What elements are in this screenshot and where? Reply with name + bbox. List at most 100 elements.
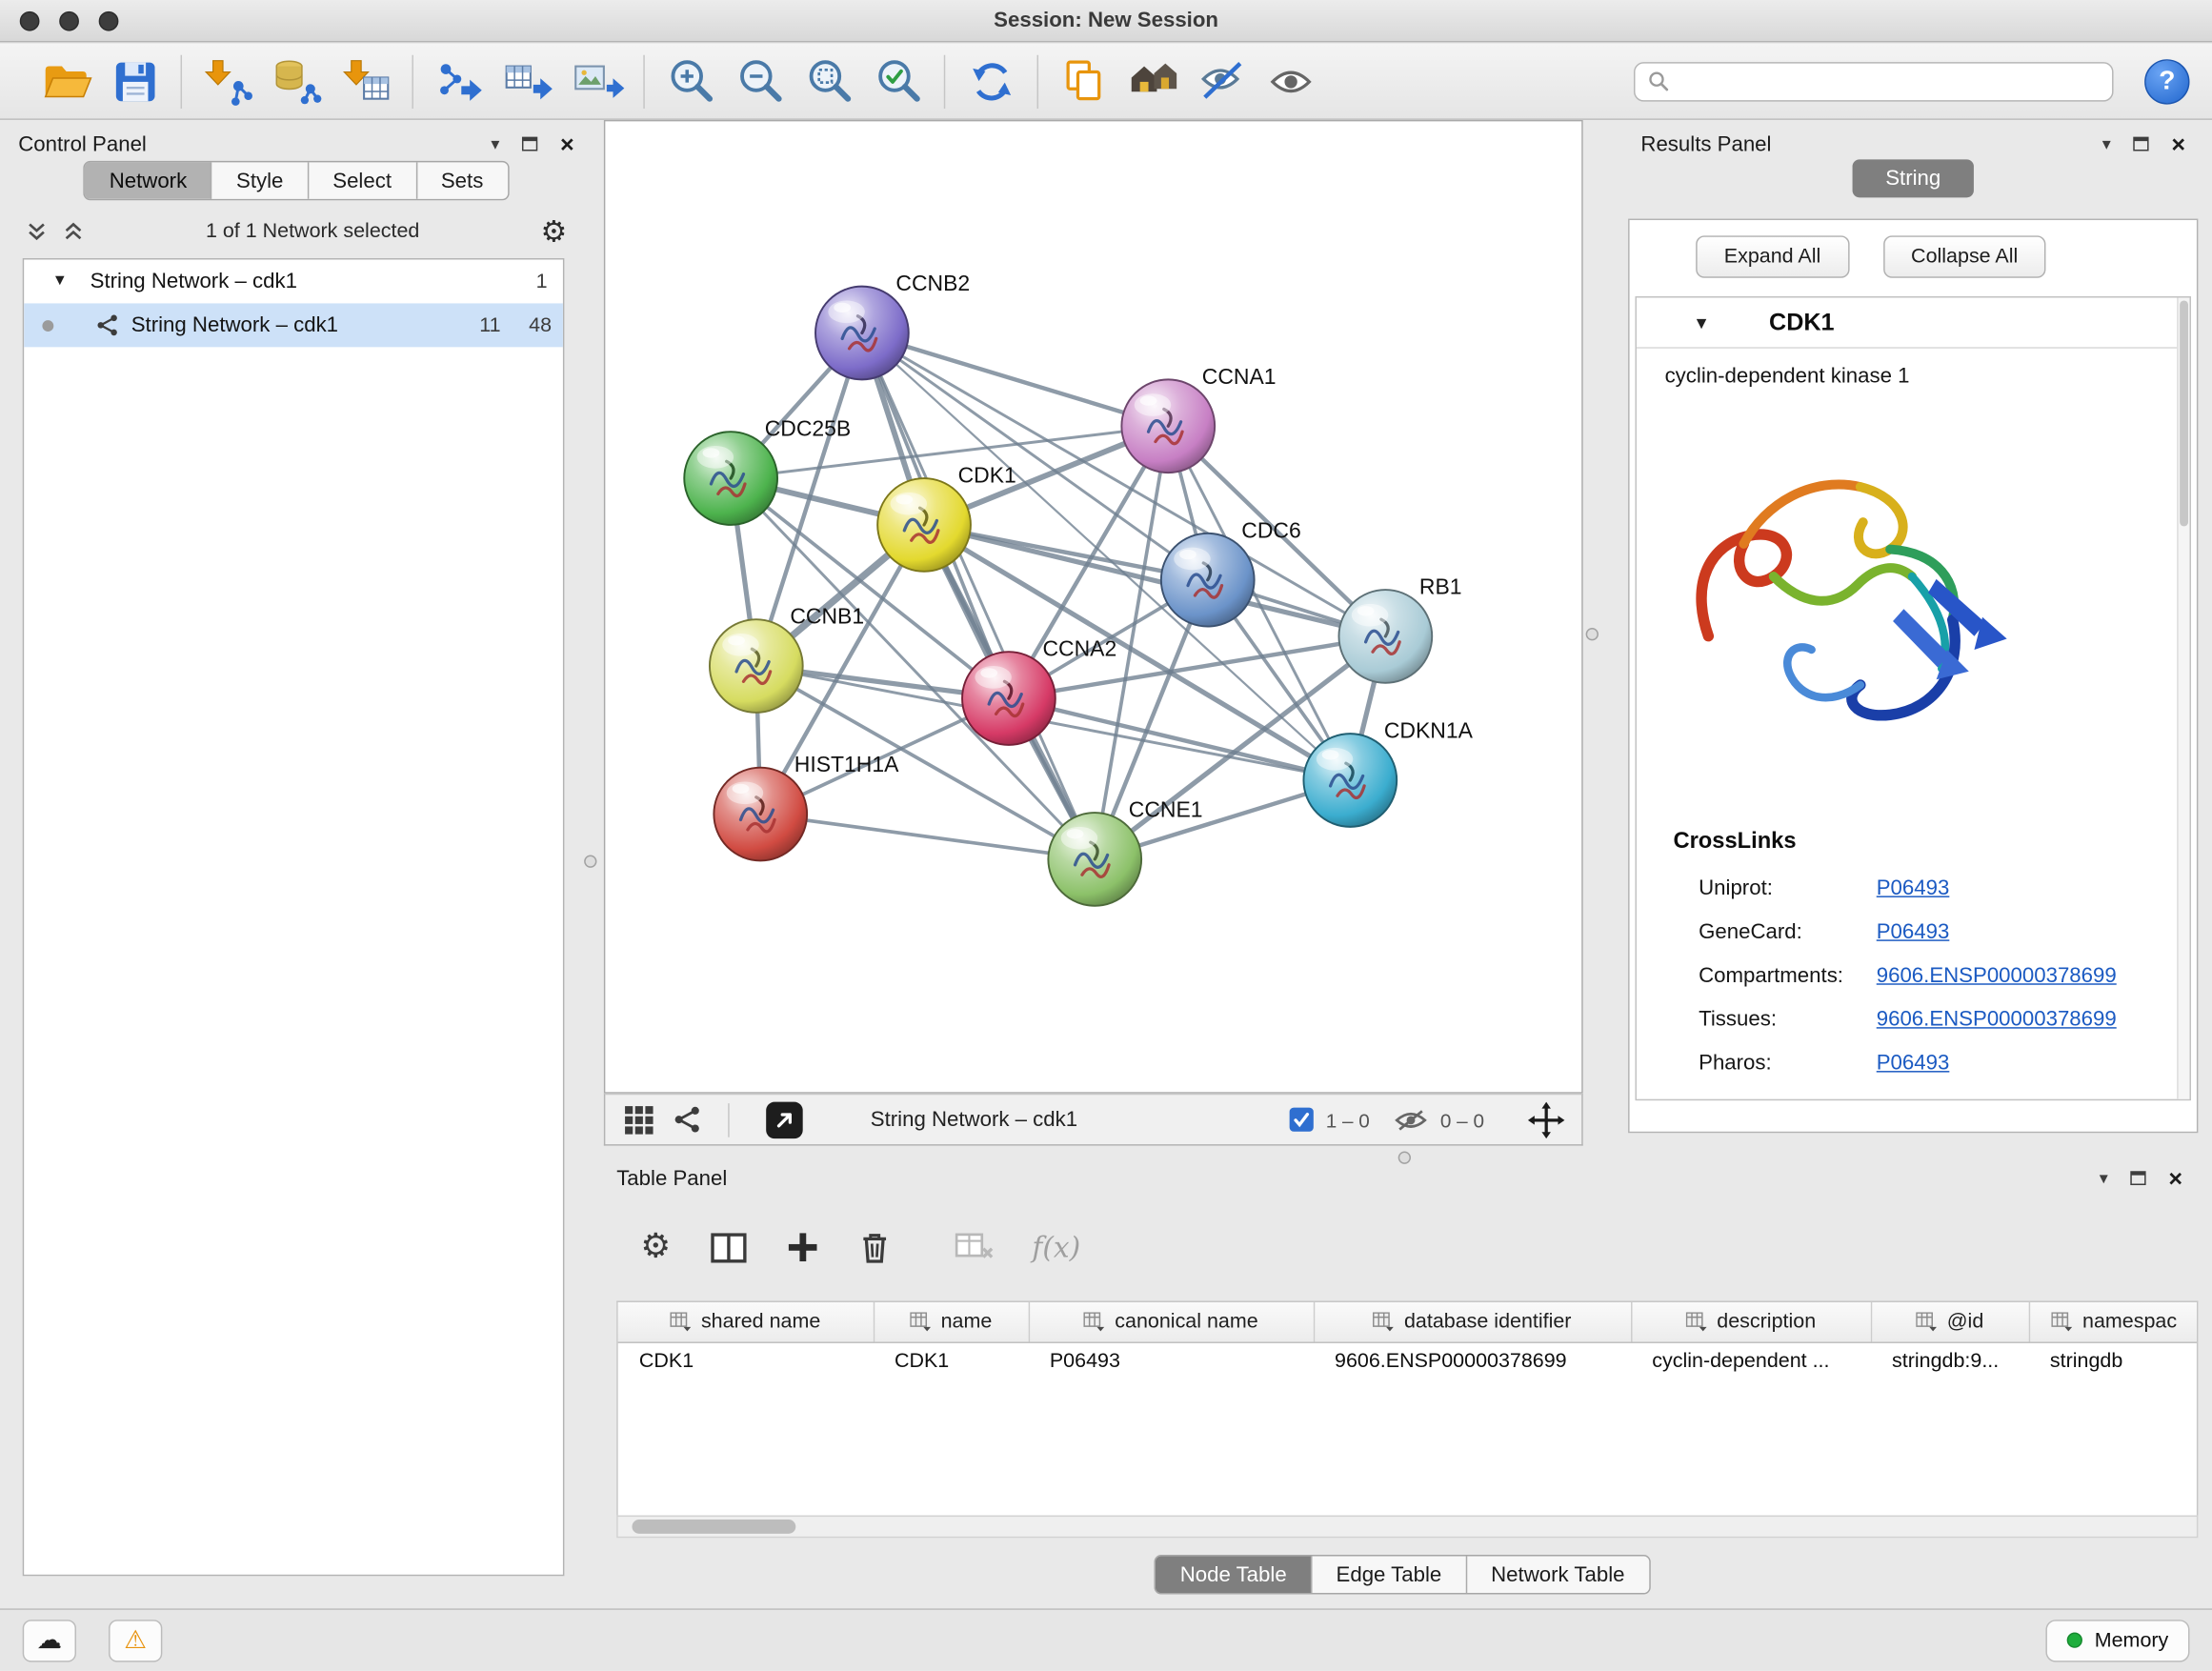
hidden-eye-icon[interactable] — [1394, 1108, 1428, 1131]
column-header-namespac[interactable]: namespac — [2029, 1302, 2199, 1341]
scrollbar-thumb[interactable] — [632, 1520, 795, 1534]
export-network-icon[interactable] — [425, 49, 494, 113]
crosslink-value-link[interactable]: 9606.ENSP00000378699 — [1877, 1007, 2117, 1031]
network-row[interactable]: String Network – cdk1 11 48 — [24, 303, 563, 347]
table-horizontal-scrollbar[interactable] — [616, 1516, 2198, 1539]
minimize-window-button[interactable] — [59, 11, 79, 31]
crosslink-value-link[interactable]: P06493 — [1877, 1051, 1950, 1075]
expand-all-button[interactable]: Expand All — [1696, 235, 1849, 277]
gene-name: CDK1 — [1769, 309, 1835, 337]
crosslink-value-link[interactable]: P06493 — [1877, 920, 1950, 944]
bottom-splitter-handle[interactable] — [1398, 1151, 1411, 1163]
panel-menu-icon[interactable]: ▾ — [2100, 1170, 2108, 1187]
column-header-shared-name[interactable]: shared name — [618, 1302, 874, 1341]
tree-expand-triangle-icon[interactable]: ▼ — [52, 273, 68, 289]
results-scrollbar[interactable] — [2177, 297, 2189, 1098]
zoom-window-button[interactable] — [99, 11, 119, 31]
help-icon[interactable]: ? — [2144, 58, 2189, 103]
network-node-CCNB2[interactable]: CCNB2 — [815, 271, 970, 379]
network-node-CDK1[interactable]: CDK1 — [877, 463, 1016, 572]
network-collection-row[interactable]: ▼ String Network – cdk1 1 — [24, 260, 563, 304]
tab-sets[interactable]: Sets — [417, 162, 508, 199]
zoom-out-icon[interactable] — [725, 49, 794, 113]
share-network-icon[interactable] — [673, 1105, 702, 1135]
left-splitter-handle[interactable] — [584, 855, 596, 867]
column-header-name[interactable]: name — [874, 1302, 1029, 1341]
tab-node-table[interactable]: Node Table — [1156, 1557, 1313, 1594]
search-input[interactable] — [1678, 70, 2100, 92]
pan-crosshair-icon[interactable] — [1528, 1101, 1565, 1138]
panel-close-icon[interactable]: × — [2168, 1166, 2182, 1190]
column-type-icon — [910, 1312, 931, 1332]
import-table-from-file-icon[interactable] — [332, 49, 401, 113]
panel-close-icon[interactable]: × — [560, 131, 574, 155]
import-network-from-database-icon[interactable] — [262, 49, 332, 113]
home-icon[interactable] — [1118, 49, 1188, 113]
zoom-fit-content-icon[interactable] — [794, 49, 864, 113]
network-options-gear-icon[interactable]: ⚙ — [540, 216, 567, 246]
crosslink-value-link[interactable]: 9606.ENSP00000378699 — [1877, 964, 2117, 988]
selected-checkbox-icon[interactable] — [1289, 1108, 1313, 1132]
title-bar: Session: New Session — [0, 0, 2212, 42]
panel-menu-icon[interactable]: ▾ — [2102, 135, 2111, 152]
cloud-button[interactable]: ☁ — [23, 1619, 76, 1661]
import-network-from-file-icon[interactable] — [193, 49, 263, 113]
network-node-CDKN1A[interactable]: CDKN1A — [1303, 718, 1473, 827]
tab-edge-table[interactable]: Edge Table — [1312, 1557, 1467, 1594]
memory-button[interactable]: Memory — [2045, 1619, 2190, 1661]
grid-view-icon[interactable] — [622, 1102, 656, 1137]
network-node-CCNB1[interactable]: CCNB1 — [710, 604, 864, 713]
refresh-icon[interactable] — [956, 49, 1026, 113]
results-panel: Results Panel ▾ × String Expand All Coll… — [1622, 120, 2203, 1143]
panel-float-icon[interactable] — [522, 137, 537, 151]
tab-select[interactable]: Select — [309, 162, 417, 199]
collapse-all-button[interactable]: Collapse All — [1882, 235, 2045, 277]
gene-section-header[interactable]: ▼ CDK1 — [1637, 297, 2190, 348]
collapse-all-tree-icon[interactable] — [26, 220, 49, 243]
open-in-window-button[interactable] — [766, 1101, 803, 1138]
export-table-icon[interactable] — [493, 49, 563, 113]
zoom-selected-icon[interactable] — [863, 49, 933, 113]
tab-style[interactable]: Style — [212, 162, 309, 199]
delete-rows-trash-icon[interactable] — [857, 1229, 892, 1266]
section-collapse-triangle-icon[interactable]: ▼ — [1693, 314, 1710, 332]
tab-network[interactable]: Network — [86, 162, 212, 199]
table-options-gear-icon[interactable]: ⚙ — [640, 1230, 671, 1264]
show-columns-icon[interactable] — [709, 1230, 747, 1265]
tab-network-table[interactable]: Network Table — [1467, 1557, 1649, 1594]
edge-CCNB2-CCNA1[interactable] — [862, 333, 1168, 427]
panel-close-icon[interactable]: × — [2171, 131, 2185, 155]
add-column-icon[interactable] — [785, 1230, 819, 1264]
panel-menu-icon[interactable]: ▾ — [491, 135, 499, 152]
network-node-CCNA1[interactable]: CCNA1 — [1121, 364, 1276, 473]
column-header--id[interactable]: @id — [1871, 1302, 2029, 1341]
control-panel-tabs: NetworkStyleSelectSets — [84, 161, 509, 200]
network-canvas[interactable]: CCNB2CCNA1CDC25BCDK1CDC6RB1CCNB1CCNA2CDK… — [605, 121, 1581, 1092]
tab-string[interactable]: String — [1853, 159, 1973, 197]
status-bar: ☁ ⚠ Memory — [0, 1608, 2212, 1670]
warning-button[interactable]: ⚠ — [109, 1619, 162, 1661]
panel-float-icon[interactable] — [2130, 1171, 2145, 1185]
network-node-RB1[interactable]: RB1 — [1338, 574, 1461, 683]
hide-selected-icon[interactable] — [1188, 49, 1257, 113]
scrollbar-thumb[interactable] — [2180, 300, 2188, 526]
copy-icon[interactable] — [1050, 49, 1119, 113]
column-header-database-identifier[interactable]: database identifier — [1314, 1302, 1631, 1341]
table-row[interactable]: CDK1CDK1P064939606.ENSP00000378699cyclin… — [618, 1341, 2199, 1379]
crosslink-value-link[interactable]: P06493 — [1877, 876, 1950, 900]
save-session-icon[interactable] — [100, 49, 170, 113]
export-image-icon[interactable] — [563, 49, 633, 113]
expand-all-tree-icon[interactable] — [62, 220, 85, 243]
edge-HIST1H1A-CCNE1[interactable] — [760, 815, 1095, 859]
network-node-HIST1H1A[interactable]: HIST1H1A — [714, 752, 899, 860]
show-all-icon[interactable] — [1257, 49, 1327, 113]
column-header-description[interactable]: description — [1631, 1302, 1871, 1341]
close-window-button[interactable] — [20, 11, 40, 31]
right-splitter-handle[interactable] — [1586, 628, 1599, 640]
edge-CCNB2-CCNE1[interactable] — [862, 333, 1095, 859]
panel-float-icon[interactable] — [2133, 137, 2148, 151]
column-header-canonical-name[interactable]: canonical name — [1029, 1302, 1314, 1341]
zoom-in-icon[interactable] — [656, 49, 726, 113]
open-session-icon[interactable] — [31, 49, 101, 113]
control-panel-title: Control Panel — [18, 131, 147, 155]
